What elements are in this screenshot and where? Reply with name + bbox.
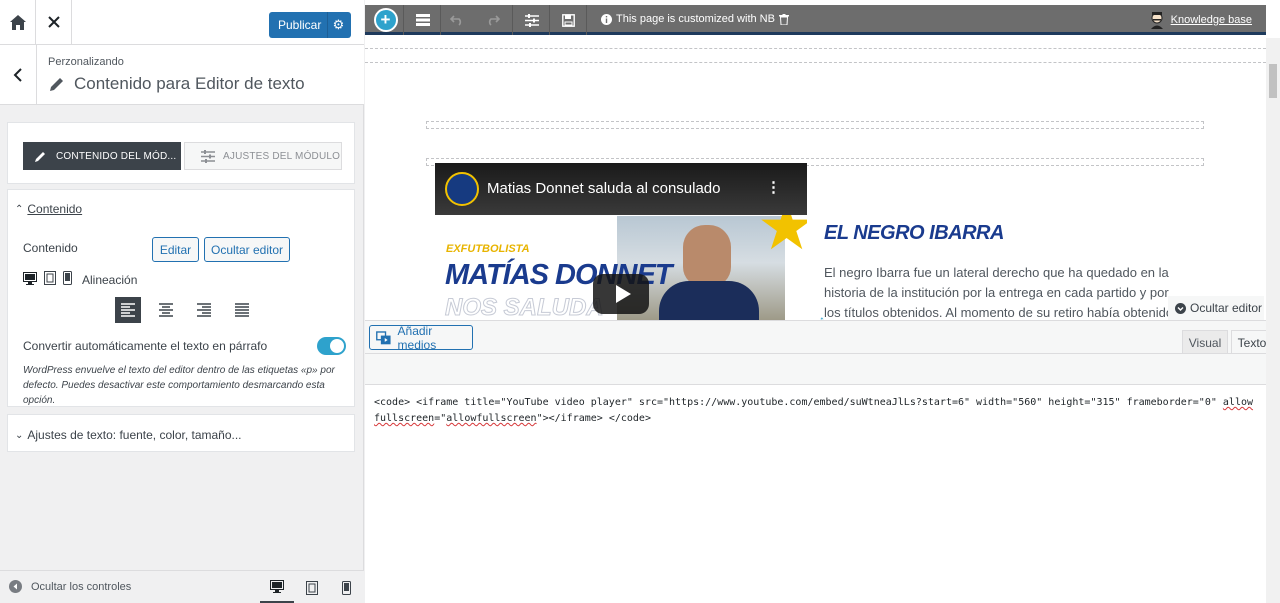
sections-list-icon[interactable] bbox=[405, 5, 441, 35]
quicktags-bar bbox=[365, 353, 1280, 385]
video-person-shirt bbox=[659, 281, 759, 320]
redo-icon[interactable] bbox=[473, 5, 513, 35]
text-settings-section: ⌄ Ajustes de texto: fuente, color, tamañ… bbox=[7, 414, 355, 452]
editor-toolbar: Añadir medios Visual Texto bbox=[365, 321, 1280, 354]
tab-module-settings[interactable]: AJUSTES DEL MÓDULO bbox=[184, 142, 342, 170]
sidebar-footer: Ocultar los controles bbox=[0, 570, 364, 603]
content-section: ⌃ Contenido Contenido Editar Ocultar edi… bbox=[7, 189, 355, 407]
youtube-video-embed[interactable]: ★ Matias Donnet saluda al consulado ⋮ EX… bbox=[435, 163, 807, 320]
breadcrumb: Perzonalizando bbox=[48, 56, 124, 68]
module-tabs: CONTENIDO DEL MÓD... AJUSTES DEL MÓDULO bbox=[7, 122, 355, 184]
page-title: Contenido para Editor de texto bbox=[48, 74, 305, 94]
home-icon[interactable] bbox=[0, 0, 36, 44]
collapse-label: Ocultar los controles bbox=[31, 580, 132, 593]
settings-sliders-icon[interactable] bbox=[514, 5, 550, 35]
video-person bbox=[683, 225, 731, 287]
add-media-label: Añadir medios bbox=[397, 323, 437, 352]
footer-tablet-icon[interactable] bbox=[295, 571, 329, 603]
customized-notice-text: This page is customized with NB bbox=[616, 13, 775, 25]
gear-icon[interactable]: ⚙ bbox=[327, 12, 349, 38]
knowledge-base-label: Knowledge base bbox=[1170, 14, 1252, 26]
collapse-arrow-icon bbox=[9, 580, 22, 593]
autop-toggle[interactable] bbox=[317, 337, 346, 355]
close-icon[interactable] bbox=[36, 0, 72, 44]
hide-editor-toggle[interactable]: Ocultar editor bbox=[1168, 296, 1264, 320]
scrollbar-thumb[interactable] bbox=[1269, 64, 1277, 98]
footer-desktop-icon[interactable] bbox=[260, 571, 294, 603]
device-switcher: Alineación bbox=[23, 271, 137, 288]
desktop-icon[interactable] bbox=[23, 271, 37, 288]
section-contenido-label: Contenido bbox=[27, 202, 83, 216]
knowledge-base-link[interactable]: Knowledge base bbox=[1149, 11, 1252, 29]
add-section-button[interactable]: + bbox=[368, 5, 404, 35]
plus-icon: + bbox=[373, 8, 398, 32]
code-text: <code> <iframe title="YouTube video play… bbox=[374, 397, 1223, 408]
builder-toolbar: + This page is customized with NB Knowle… bbox=[365, 5, 1266, 35]
publish-button[interactable]: Publicar ⚙ bbox=[269, 12, 351, 38]
video-subheadline: NOS SALUDA bbox=[445, 294, 605, 321]
channel-logo[interactable] bbox=[445, 172, 479, 206]
autop-label: Convertir automáticamente el texto en pá… bbox=[23, 339, 268, 353]
section-divider bbox=[365, 62, 1266, 63]
mobile-icon[interactable] bbox=[63, 271, 72, 288]
code-val: allowfullscreen bbox=[446, 413, 537, 424]
module-placeholder bbox=[426, 121, 1204, 129]
align-left-icon[interactable] bbox=[115, 297, 141, 323]
code-text-end: "></iframe> </code> bbox=[536, 413, 651, 424]
article-body: El negro Ibarra fue un lateral derecho q… bbox=[824, 265, 1184, 320]
back-arrow-icon[interactable] bbox=[0, 45, 37, 104]
add-media-button[interactable]: Añadir medios bbox=[369, 323, 473, 352]
text-editor-panel: Añadir medios Visual Texto <code> <ifram… bbox=[365, 320, 1280, 603]
chevron-down-icon: ⌄ bbox=[15, 429, 24, 441]
info-icon bbox=[601, 13, 612, 25]
more-options-icon[interactable]: ⋮ bbox=[766, 178, 781, 196]
media-icon bbox=[376, 330, 391, 344]
section-text-settings-toggle[interactable]: ⌄ Ajustes de texto: fuente, color, tamañ… bbox=[15, 428, 242, 442]
sidebar-header: Publicar ⚙ bbox=[0, 0, 364, 45]
align-right-icon[interactable] bbox=[191, 297, 217, 323]
tab-module-content[interactable]: CONTENIDO DEL MÓD... bbox=[23, 142, 181, 170]
article-title: EL NEGRO IBARRA bbox=[824, 222, 1004, 244]
page-title-text: Contenido para Editor de texto bbox=[74, 74, 305, 93]
play-button-icon[interactable] bbox=[593, 274, 649, 314]
trash-icon[interactable] bbox=[778, 13, 789, 25]
save-icon[interactable] bbox=[551, 5, 587, 35]
section-title-bar: Perzonalizando Contenido para Editor de … bbox=[0, 45, 364, 105]
undo-icon[interactable] bbox=[441, 5, 473, 35]
pencil-icon bbox=[35, 152, 45, 162]
chevron-up-icon: ⌃ bbox=[15, 203, 24, 215]
section-contenido-toggle[interactable]: ⌃ Contenido bbox=[15, 202, 82, 216]
section-divider bbox=[365, 48, 1266, 49]
video-kicker: EXFUTBOLISTA bbox=[446, 243, 530, 255]
section-text-settings-label: Ajustes de texto: fuente, color, tamaño.… bbox=[27, 428, 242, 442]
align-label: Alineación bbox=[82, 272, 138, 287]
tablet-icon[interactable] bbox=[44, 271, 56, 288]
tab-visual[interactable]: Visual bbox=[1182, 330, 1228, 354]
code-eq: =" bbox=[434, 413, 447, 424]
customizer-sidebar: Publicar ⚙ Perzonalizando Contenido para… bbox=[0, 0, 364, 603]
pencil-icon bbox=[50, 78, 63, 91]
chevron-circle-down-icon bbox=[1175, 302, 1186, 314]
alignment-buttons bbox=[115, 297, 255, 323]
sliders-icon bbox=[201, 149, 215, 163]
hide-editor-button[interactable]: Ocultar editor bbox=[204, 237, 290, 262]
tab-module-content-label: CONTENIDO DEL MÓD... bbox=[56, 150, 177, 162]
customized-notice: This page is customized with NB bbox=[601, 13, 789, 25]
avatar-icon bbox=[1150, 12, 1163, 29]
code-textarea[interactable]: <code> <iframe title="YouTube video play… bbox=[374, 395, 1254, 427]
autop-help-text: WordPress envuelve el texto del editor d… bbox=[23, 365, 335, 406]
tab-module-settings-label: AJUSTES DEL MÓDULO bbox=[223, 150, 341, 162]
publish-label: Publicar bbox=[278, 18, 322, 32]
align-justify-icon[interactable] bbox=[229, 297, 255, 323]
align-center-icon[interactable] bbox=[153, 297, 179, 323]
preview-pane: + This page is customized with NB Knowle… bbox=[365, 0, 1280, 603]
footer-mobile-icon[interactable] bbox=[329, 571, 363, 603]
collapse-controls-button[interactable]: Ocultar los controles bbox=[9, 580, 131, 593]
preview-scrollbar[interactable] bbox=[1266, 38, 1280, 603]
edit-button[interactable]: Editar bbox=[152, 237, 199, 262]
hide-editor-label: Ocultar editor bbox=[1190, 301, 1263, 315]
field-contenido-label: Contenido bbox=[23, 241, 78, 255]
video-title[interactable]: Matias Donnet saluda al consulado bbox=[487, 180, 720, 197]
